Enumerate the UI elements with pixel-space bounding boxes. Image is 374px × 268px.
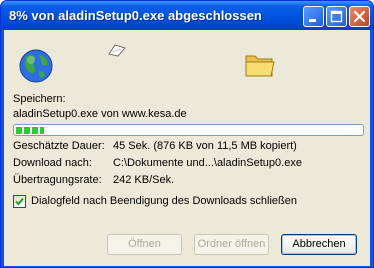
- download-to-label: Download nach:: [13, 157, 92, 169]
- progress-fill: [16, 127, 44, 134]
- dialog-body: Speichern: aladinSetup0.exe von www.kesa…: [4, 30, 370, 266]
- estimated-time-value: 45 Sek. (876 KB von 11,5 MB kopiert): [113, 140, 297, 152]
- status-label: Speichern:: [13, 93, 66, 105]
- download-dialog-window: 8% von aladinSetup0.exe abgeschlossen Sp…: [0, 0, 374, 268]
- cancel-button[interactable]: Abbrechen: [281, 234, 357, 255]
- download-progress-bar: [13, 124, 364, 136]
- close-icon: [353, 10, 366, 23]
- estimated-time-label: Geschätzte Dauer:: [13, 140, 105, 152]
- folder-icon: [245, 55, 275, 77]
- close-button[interactable]: [349, 6, 370, 27]
- maximize-icon: [330, 10, 343, 23]
- download-to-value: C:\Dokumente und...\aladinSetup0.exe: [113, 157, 302, 169]
- transfer-rate-value: 242 KB/Sek.: [113, 174, 175, 186]
- maximize-button[interactable]: [326, 6, 347, 27]
- minimize-icon: [309, 19, 316, 22]
- flying-paper-icon: [108, 44, 126, 57]
- checkmark-icon: [15, 197, 24, 206]
- window-title: 8% von aladinSetup0.exe abgeschlossen: [9, 8, 262, 23]
- transfer-rate-label: Übertragungsrate:: [13, 174, 102, 186]
- file-source-text: aladinSetup0.exe von www.kesa.de: [13, 108, 187, 120]
- close-on-finish-label[interactable]: Dialogfeld nach Beendigung des Downloads…: [31, 195, 297, 207]
- open-folder-button[interactable]: Ordner öffnen: [194, 234, 269, 255]
- open-button[interactable]: Öffnen: [107, 234, 182, 255]
- globe-icon: [19, 49, 53, 83]
- close-on-finish-checkbox[interactable]: [13, 195, 26, 208]
- title-bar[interactable]: 8% von aladinSetup0.exe abgeschlossen: [1, 1, 373, 30]
- minimize-button[interactable]: [303, 6, 324, 27]
